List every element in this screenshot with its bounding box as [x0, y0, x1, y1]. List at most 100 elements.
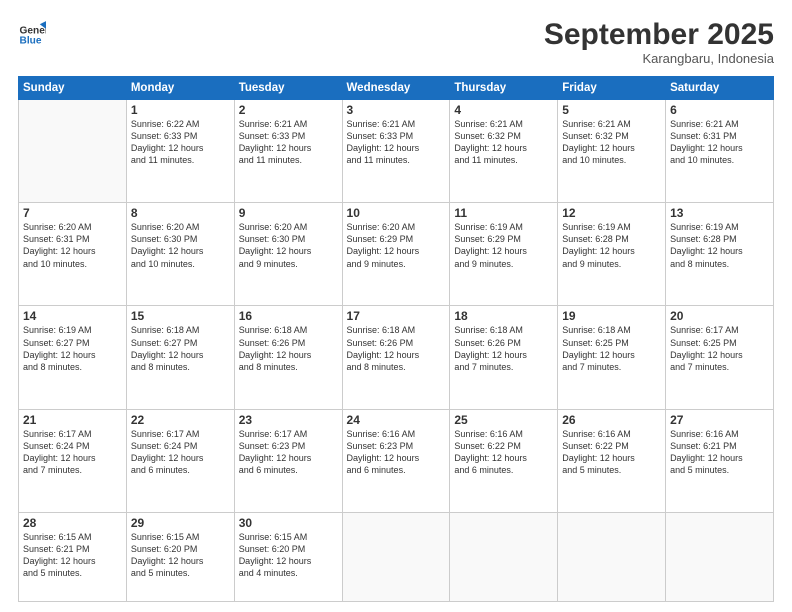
day-number: 20: [670, 309, 769, 323]
day-number: 23: [239, 413, 338, 427]
day-info: Sunrise: 6:18 AM Sunset: 6:26 PM Dayligh…: [239, 324, 338, 373]
day-number: 5: [562, 103, 661, 117]
weekday-header-thursday: Thursday: [450, 77, 558, 100]
calendar-cell: 12Sunrise: 6:19 AM Sunset: 6:28 PM Dayli…: [558, 203, 666, 306]
day-number: 19: [562, 309, 661, 323]
day-info: Sunrise: 6:21 AM Sunset: 6:31 PM Dayligh…: [670, 118, 769, 167]
day-info: Sunrise: 6:21 AM Sunset: 6:32 PM Dayligh…: [562, 118, 661, 167]
calendar-cell: 7Sunrise: 6:20 AM Sunset: 6:31 PM Daylig…: [19, 203, 127, 306]
day-info: Sunrise: 6:16 AM Sunset: 6:22 PM Dayligh…: [562, 428, 661, 477]
day-info: Sunrise: 6:16 AM Sunset: 6:21 PM Dayligh…: [670, 428, 769, 477]
calendar-cell: 11Sunrise: 6:19 AM Sunset: 6:29 PM Dayli…: [450, 203, 558, 306]
calendar-cell: 19Sunrise: 6:18 AM Sunset: 6:25 PM Dayli…: [558, 306, 666, 409]
calendar-cell: 28Sunrise: 6:15 AM Sunset: 6:21 PM Dayli…: [19, 512, 127, 601]
calendar-cell: 25Sunrise: 6:16 AM Sunset: 6:22 PM Dayli…: [450, 409, 558, 512]
day-number: 26: [562, 413, 661, 427]
logo-icon: General Blue: [18, 18, 46, 46]
calendar-cell: 3Sunrise: 6:21 AM Sunset: 6:33 PM Daylig…: [342, 100, 450, 203]
weekday-header-friday: Friday: [558, 77, 666, 100]
day-info: Sunrise: 6:16 AM Sunset: 6:22 PM Dayligh…: [454, 428, 553, 477]
calendar-cell: 24Sunrise: 6:16 AM Sunset: 6:23 PM Dayli…: [342, 409, 450, 512]
calendar-cell: 26Sunrise: 6:16 AM Sunset: 6:22 PM Dayli…: [558, 409, 666, 512]
day-number: 21: [23, 413, 122, 427]
calendar-cell: 27Sunrise: 6:16 AM Sunset: 6:21 PM Dayli…: [666, 409, 774, 512]
calendar-table: SundayMondayTuesdayWednesdayThursdayFrid…: [18, 76, 774, 602]
day-number: 1: [131, 103, 230, 117]
calendar-cell: [666, 512, 774, 601]
day-info: Sunrise: 6:20 AM Sunset: 6:30 PM Dayligh…: [131, 221, 230, 270]
day-info: Sunrise: 6:17 AM Sunset: 6:23 PM Dayligh…: [239, 428, 338, 477]
calendar-cell: 10Sunrise: 6:20 AM Sunset: 6:29 PM Dayli…: [342, 203, 450, 306]
day-number: 3: [347, 103, 446, 117]
header: General Blue September 2025 Karangbaru, …: [18, 18, 774, 66]
location: Karangbaru, Indonesia: [544, 51, 774, 66]
day-number: 4: [454, 103, 553, 117]
day-number: 28: [23, 516, 122, 530]
day-info: Sunrise: 6:21 AM Sunset: 6:33 PM Dayligh…: [347, 118, 446, 167]
day-info: Sunrise: 6:20 AM Sunset: 6:31 PM Dayligh…: [23, 221, 122, 270]
day-number: 12: [562, 206, 661, 220]
weekday-header-monday: Monday: [126, 77, 234, 100]
calendar-cell: 23Sunrise: 6:17 AM Sunset: 6:23 PM Dayli…: [234, 409, 342, 512]
day-number: 27: [670, 413, 769, 427]
calendar-cell: 20Sunrise: 6:17 AM Sunset: 6:25 PM Dayli…: [666, 306, 774, 409]
day-info: Sunrise: 6:18 AM Sunset: 6:26 PM Dayligh…: [454, 324, 553, 373]
calendar-cell: [19, 100, 127, 203]
calendar-cell: 2Sunrise: 6:21 AM Sunset: 6:33 PM Daylig…: [234, 100, 342, 203]
day-info: Sunrise: 6:15 AM Sunset: 6:20 PM Dayligh…: [239, 531, 338, 580]
day-info: Sunrise: 6:18 AM Sunset: 6:25 PM Dayligh…: [562, 324, 661, 373]
day-number: 14: [23, 309, 122, 323]
weekday-header-tuesday: Tuesday: [234, 77, 342, 100]
month-title: September 2025: [544, 18, 774, 51]
calendar-cell: [558, 512, 666, 601]
day-info: Sunrise: 6:19 AM Sunset: 6:28 PM Dayligh…: [670, 221, 769, 270]
day-info: Sunrise: 6:20 AM Sunset: 6:30 PM Dayligh…: [239, 221, 338, 270]
day-number: 22: [131, 413, 230, 427]
weekday-header-sunday: Sunday: [19, 77, 127, 100]
calendar-cell: 22Sunrise: 6:17 AM Sunset: 6:24 PM Dayli…: [126, 409, 234, 512]
day-number: 11: [454, 206, 553, 220]
day-number: 24: [347, 413, 446, 427]
day-info: Sunrise: 6:22 AM Sunset: 6:33 PM Dayligh…: [131, 118, 230, 167]
calendar-cell: 6Sunrise: 6:21 AM Sunset: 6:31 PM Daylig…: [666, 100, 774, 203]
svg-text:Blue: Blue: [20, 36, 42, 46]
calendar-cell: 13Sunrise: 6:19 AM Sunset: 6:28 PM Dayli…: [666, 203, 774, 306]
day-number: 7: [23, 206, 122, 220]
calendar-cell: 5Sunrise: 6:21 AM Sunset: 6:32 PM Daylig…: [558, 100, 666, 203]
calendar-cell: 18Sunrise: 6:18 AM Sunset: 6:26 PM Dayli…: [450, 306, 558, 409]
day-number: 18: [454, 309, 553, 323]
day-info: Sunrise: 6:21 AM Sunset: 6:32 PM Dayligh…: [454, 118, 553, 167]
day-info: Sunrise: 6:17 AM Sunset: 6:24 PM Dayligh…: [23, 428, 122, 477]
day-info: Sunrise: 6:20 AM Sunset: 6:29 PM Dayligh…: [347, 221, 446, 270]
day-info: Sunrise: 6:18 AM Sunset: 6:26 PM Dayligh…: [347, 324, 446, 373]
title-block: September 2025 Karangbaru, Indonesia: [544, 18, 774, 66]
logo: General Blue: [18, 18, 46, 46]
weekday-header-saturday: Saturday: [666, 77, 774, 100]
calendar-cell: 9Sunrise: 6:20 AM Sunset: 6:30 PM Daylig…: [234, 203, 342, 306]
day-number: 29: [131, 516, 230, 530]
calendar-cell: 8Sunrise: 6:20 AM Sunset: 6:30 PM Daylig…: [126, 203, 234, 306]
day-number: 25: [454, 413, 553, 427]
day-number: 16: [239, 309, 338, 323]
calendar-cell: 16Sunrise: 6:18 AM Sunset: 6:26 PM Dayli…: [234, 306, 342, 409]
day-info: Sunrise: 6:15 AM Sunset: 6:20 PM Dayligh…: [131, 531, 230, 580]
day-info: Sunrise: 6:18 AM Sunset: 6:27 PM Dayligh…: [131, 324, 230, 373]
calendar-cell: [450, 512, 558, 601]
calendar-cell: 30Sunrise: 6:15 AM Sunset: 6:20 PM Dayli…: [234, 512, 342, 601]
day-number: 15: [131, 309, 230, 323]
calendar-cell: 29Sunrise: 6:15 AM Sunset: 6:20 PM Dayli…: [126, 512, 234, 601]
day-info: Sunrise: 6:16 AM Sunset: 6:23 PM Dayligh…: [347, 428, 446, 477]
day-number: 2: [239, 103, 338, 117]
day-info: Sunrise: 6:15 AM Sunset: 6:21 PM Dayligh…: [23, 531, 122, 580]
day-number: 8: [131, 206, 230, 220]
weekday-header-wednesday: Wednesday: [342, 77, 450, 100]
calendar-cell: 15Sunrise: 6:18 AM Sunset: 6:27 PM Dayli…: [126, 306, 234, 409]
day-number: 17: [347, 309, 446, 323]
day-info: Sunrise: 6:21 AM Sunset: 6:33 PM Dayligh…: [239, 118, 338, 167]
day-info: Sunrise: 6:19 AM Sunset: 6:27 PM Dayligh…: [23, 324, 122, 373]
calendar-cell: 17Sunrise: 6:18 AM Sunset: 6:26 PM Dayli…: [342, 306, 450, 409]
day-info: Sunrise: 6:19 AM Sunset: 6:29 PM Dayligh…: [454, 221, 553, 270]
calendar-cell: 14Sunrise: 6:19 AM Sunset: 6:27 PM Dayli…: [19, 306, 127, 409]
day-number: 10: [347, 206, 446, 220]
day-number: 6: [670, 103, 769, 117]
